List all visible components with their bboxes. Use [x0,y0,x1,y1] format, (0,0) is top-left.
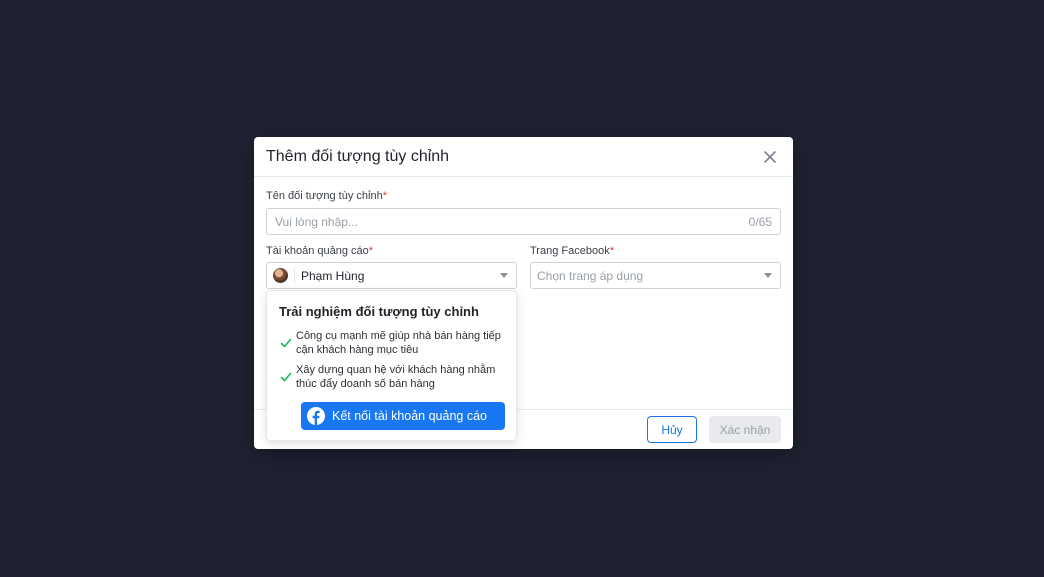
name-field-label: Tên đối tượng tùy chỉnh* [266,190,387,202]
avatar [273,268,288,283]
ad-account-selected-value: Phạm Hùng [301,268,365,283]
benefit-item: Xây dựng quan hệ với khách hàng nhằm thú… [279,363,504,391]
ad-account-select[interactable]: Phạm Hùng [266,262,517,289]
ad-account-dropdown-popover: Trải nghiệm đối tượng tùy chỉnh Công cụ … [266,290,517,441]
required-mark: * [609,245,614,257]
chevron-down-icon [500,273,508,278]
benefit-text: Công cụ mạnh mẽ giúp nhà bán hàng tiếp c… [296,330,501,356]
dialog-header: Thêm đối tượng tùy chỉnh [254,137,793,177]
check-icon [280,338,292,348]
check-icon [280,372,292,382]
chevron-down-icon [764,273,772,278]
popover-title: Trải nghiệm đối tượng tùy chỉnh [279,304,479,319]
facebook-icon [307,407,325,425]
cancel-button[interactable]: Hủy [647,416,697,443]
divider [294,268,295,283]
facebook-page-placeholder: Chọn trang áp dụng [537,268,644,283]
facebook-page-label: Trang Facebook* [530,245,614,257]
benefit-item: Công cụ mạnh mẽ giúp nhà bán hàng tiếp c… [279,329,504,357]
confirm-button[interactable]: Xác nhận [709,416,781,443]
character-counter: 0/65 [748,214,772,229]
benefit-text: Xây dựng quan hệ với khách hàng nhằm thú… [296,364,496,390]
required-mark: * [368,245,374,257]
close-button[interactable] [761,148,779,166]
ad-account-label: Tài khoản quảng cáo* [266,245,374,257]
required-mark: * [382,190,387,202]
close-icon [764,150,776,163]
audience-name-input[interactable]: Vui lòng nhập... 0/65 [266,208,781,235]
facebook-page-select[interactable]: Chọn trang áp dụng [530,262,781,289]
connect-ad-account-label: Kết nối tài khoản quảng cáo [332,409,487,423]
audience-name-placeholder: Vui lòng nhập... [275,214,358,229]
connect-ad-account-button[interactable]: Kết nối tài khoản quảng cáo [301,402,505,430]
dialog-title: Thêm đối tượng tùy chỉnh [266,147,450,165]
